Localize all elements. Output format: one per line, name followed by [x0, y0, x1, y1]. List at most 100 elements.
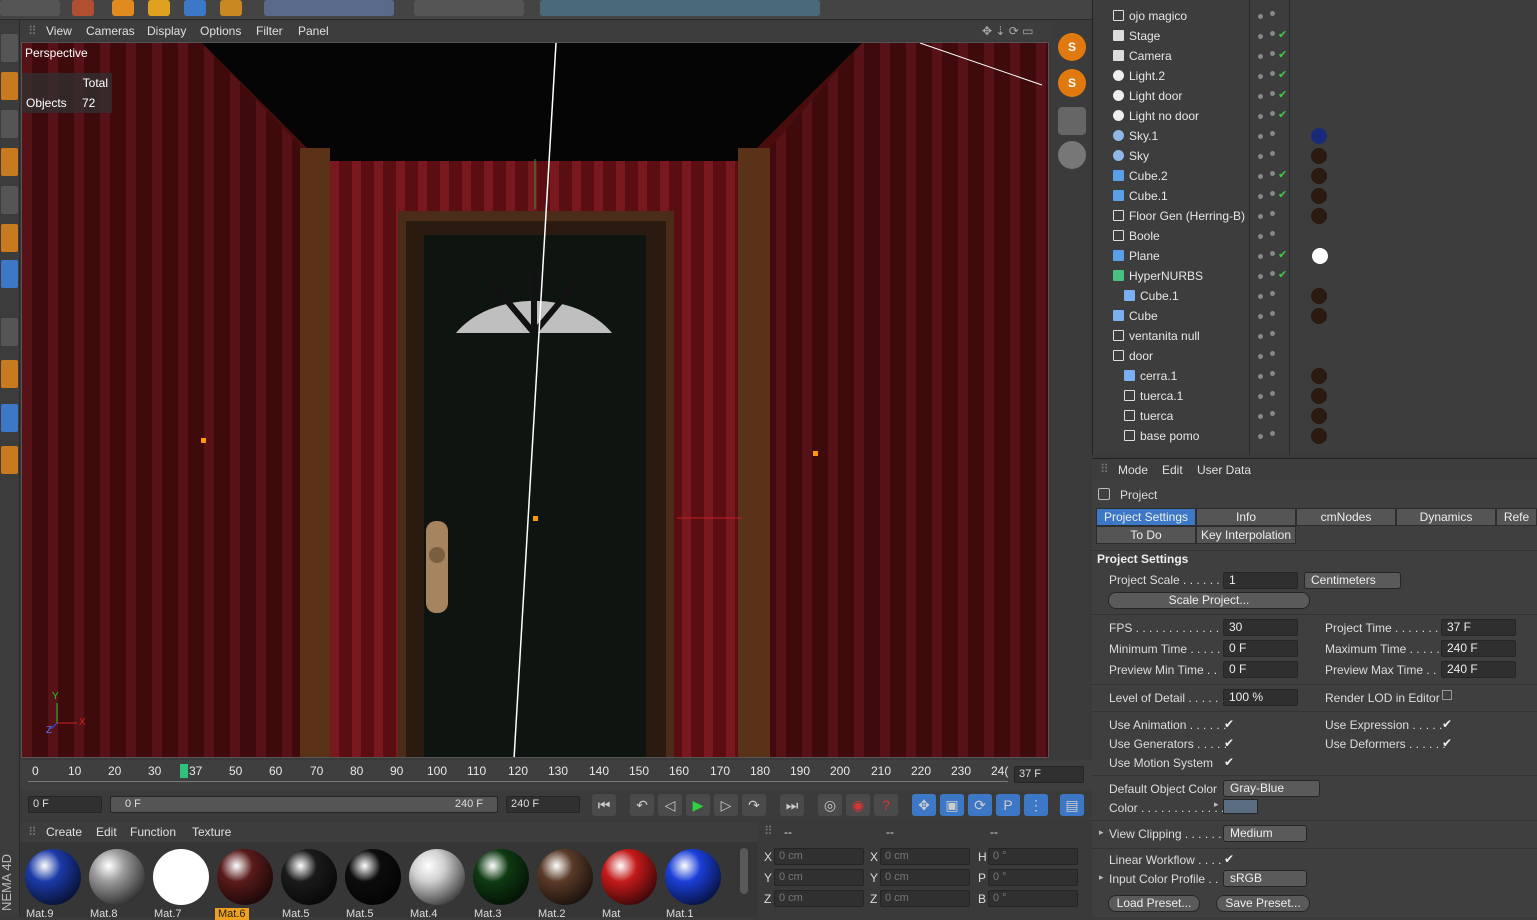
- move-tool-icon[interactable]: [72, 0, 94, 16]
- object-name[interactable]: HyperNURBS: [1129, 269, 1203, 283]
- object-name[interactable]: door: [1129, 349, 1153, 363]
- enabled-check-icon[interactable]: ✔: [1278, 108, 1287, 121]
- start-frame-field[interactable]: 0 F: [28, 796, 102, 813]
- render-icons[interactable]: [414, 0, 524, 16]
- object-name[interactable]: Stage: [1129, 29, 1160, 43]
- linear-workflow-checkbox[interactable]: ✔: [1224, 852, 1234, 866]
- coord-value-field[interactable]: 0 cm: [880, 848, 970, 865]
- object-name[interactable]: Light no door: [1129, 109, 1199, 123]
- render-visibility-dot[interactable]: [1270, 251, 1275, 256]
- editor-visibility-dot[interactable]: [1258, 254, 1263, 259]
- material-tag-icon[interactable]: [1311, 408, 1327, 424]
- use-animation-checkbox[interactable]: ✔: [1224, 717, 1234, 731]
- object-row[interactable]: Sky.1: [1093, 126, 1537, 146]
- range-slider[interactable]: 0 F 240 F: [110, 796, 498, 813]
- coord-value-field[interactable]: 0 °: [988, 869, 1078, 886]
- material-swatch[interactable]: Mat.6: [214, 846, 274, 920]
- object-name[interactable]: Plane: [1129, 249, 1160, 263]
- menu-edit[interactable]: Edit: [96, 825, 117, 839]
- editor-visibility-dot[interactable]: [1258, 294, 1263, 299]
- use-generators-checkbox[interactable]: ✔: [1224, 736, 1234, 750]
- object-name[interactable]: Cube.1: [1140, 289, 1179, 303]
- editor-visibility-dot[interactable]: [1258, 154, 1263, 159]
- object-row[interactable]: door: [1093, 346, 1537, 366]
- expand-arrow-icon[interactable]: ▸: [1214, 799, 1219, 810]
- enabled-check-icon[interactable]: ✔: [1278, 268, 1287, 281]
- render-visibility-dot[interactable]: [1270, 111, 1275, 116]
- polygons-mode-icon[interactable]: [1, 224, 18, 252]
- tab-dynamics[interactable]: Dynamics: [1396, 508, 1496, 526]
- editor-visibility-dot[interactable]: [1258, 174, 1263, 179]
- go-to-end-icon[interactable]: ⏭: [780, 794, 804, 816]
- editor-visibility-dot[interactable]: [1258, 134, 1263, 139]
- menu-display[interactable]: Display: [147, 24, 186, 38]
- use-motion-checkbox[interactable]: ✔: [1224, 755, 1234, 769]
- render-visibility-dot[interactable]: [1270, 351, 1275, 356]
- render-visibility-dot[interactable]: [1270, 91, 1275, 96]
- lod-field[interactable]: 100 %: [1223, 689, 1298, 706]
- editor-visibility-dot[interactable]: [1258, 94, 1263, 99]
- menu-user-data[interactable]: User Data: [1197, 463, 1251, 477]
- editor-visibility-dot[interactable]: [1258, 54, 1263, 59]
- coord-value-field[interactable]: 0 °: [988, 890, 1078, 907]
- save-preset-button[interactable]: Save Preset...: [1216, 895, 1310, 912]
- material-swatch[interactable]: Mat.3: [470, 846, 530, 920]
- editor-visibility-dot[interactable]: [1258, 414, 1263, 419]
- material-tag-icon[interactable]: [1311, 208, 1327, 224]
- tweak-mode-icon[interactable]: [1, 318, 18, 346]
- current-frame-field[interactable]: 37 F: [1014, 766, 1084, 783]
- render-visibility-dot[interactable]: [1270, 431, 1275, 436]
- material-tag-icon[interactable]: [1311, 288, 1327, 304]
- object-name[interactable]: ojo magico: [1129, 9, 1187, 23]
- object-name[interactable]: Cube: [1129, 309, 1158, 323]
- object-row[interactable]: cerra.1: [1093, 366, 1537, 386]
- axis-lock-icons[interactable]: [264, 0, 394, 16]
- fps-field[interactable]: 30: [1223, 619, 1298, 636]
- coord-value-field[interactable]: 0 °: [988, 848, 1078, 865]
- workplane-icon[interactable]: [1, 404, 18, 432]
- menu-function[interactable]: Function: [130, 825, 176, 839]
- tab-key-interpolation[interactable]: Key Interpolation: [1196, 526, 1296, 544]
- key-parameter-icon[interactable]: P: [996, 794, 1020, 816]
- locked-workplane-icon[interactable]: [1, 446, 18, 474]
- material-tag-icon[interactable]: [1311, 308, 1327, 324]
- object-name[interactable]: ventanita null: [1129, 329, 1200, 343]
- color-swatch[interactable]: [1223, 799, 1258, 814]
- render-visibility-dot[interactable]: [1270, 231, 1275, 236]
- menu-edit[interactable]: Edit: [1162, 463, 1183, 477]
- material-swatch[interactable]: Mat.8: [86, 846, 146, 920]
- object-row[interactable]: Cube.2 ✔: [1093, 166, 1537, 186]
- project-scale-unit-dropdown[interactable]: Centimeters: [1304, 572, 1401, 589]
- play-icon[interactable]: ▶: [686, 794, 710, 816]
- object-row[interactable]: Light no door ✔: [1093, 106, 1537, 126]
- render-visibility-dot[interactable]: [1270, 11, 1275, 16]
- material-tag-icon[interactable]: [1311, 168, 1327, 184]
- input-profile-dropdown[interactable]: sRGB: [1223, 870, 1307, 887]
- material-tag-icon[interactable]: [1311, 128, 1327, 144]
- editor-visibility-dot[interactable]: [1258, 34, 1263, 39]
- render-visibility-dot[interactable]: [1270, 71, 1275, 76]
- menu-create[interactable]: Create: [46, 825, 82, 839]
- render-visibility-dot[interactable]: [1270, 151, 1275, 156]
- preview-max-field[interactable]: 240 F: [1441, 661, 1516, 678]
- object-row[interactable]: Sky: [1093, 146, 1537, 166]
- material-swatch[interactable]: Mat.9: [22, 846, 82, 920]
- object-name[interactable]: Boole: [1129, 229, 1160, 243]
- tab-to-do[interactable]: To Do: [1096, 526, 1196, 544]
- object-name[interactable]: Camera: [1129, 49, 1172, 63]
- render-visibility-dot[interactable]: [1270, 311, 1275, 316]
- object-row[interactable]: Boole: [1093, 226, 1537, 246]
- material-tag-icon[interactable]: [1312, 248, 1328, 264]
- render-visibility-dot[interactable]: [1270, 291, 1275, 296]
- coord-value-field[interactable]: 0 cm: [880, 869, 970, 886]
- gear-add-icon[interactable]: [1058, 141, 1086, 169]
- enabled-check-icon[interactable]: ✔: [1278, 248, 1287, 261]
- editor-visibility-dot[interactable]: [1258, 354, 1263, 359]
- material-tag-icon[interactable]: [1311, 148, 1327, 164]
- editor-visibility-dot[interactable]: [1258, 74, 1263, 79]
- axis-mode-icon[interactable]: [1, 260, 18, 288]
- enabled-check-icon[interactable]: ✔: [1278, 68, 1287, 81]
- tab-project-settings[interactable]: Project Settings: [1096, 508, 1196, 526]
- object-row[interactable]: ventanita null: [1093, 326, 1537, 346]
- menu-mode[interactable]: Mode: [1118, 463, 1148, 477]
